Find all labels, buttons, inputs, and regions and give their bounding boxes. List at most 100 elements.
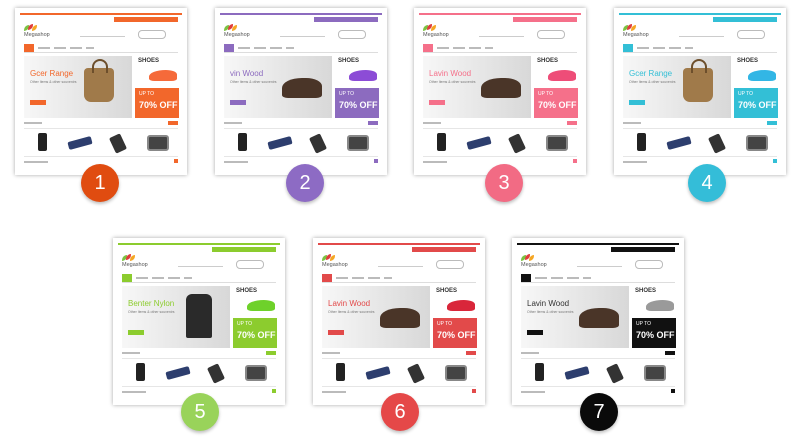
shoes-promo[interactable]: SHOES	[433, 286, 477, 315]
cart-button[interactable]	[737, 30, 765, 39]
product-item[interactable]	[142, 133, 174, 153]
shoes-promo[interactable]: SHOES	[534, 56, 578, 85]
search-input[interactable]	[378, 262, 423, 267]
phone-icon	[707, 133, 727, 154]
product-item[interactable]	[326, 363, 358, 383]
cart-button[interactable]	[537, 30, 565, 39]
product-item[interactable]	[204, 363, 236, 384]
discount-promo[interactable]: UP TO 70% OFF	[534, 88, 578, 118]
phone-icon	[67, 136, 93, 150]
product-item[interactable]	[164, 363, 196, 383]
hero-button[interactable]	[629, 100, 645, 105]
section-label	[24, 122, 42, 124]
shoes-promo[interactable]: SHOES	[233, 286, 277, 315]
discount-promo[interactable]: UP TO 70% OFF	[433, 318, 477, 348]
store-preview: Megashop Lavin Wood Other Items & other so…	[318, 243, 480, 400]
product-item[interactable]	[427, 133, 459, 153]
theme-card[interactable]: Megashop Lavin Wood Other Items & other so…	[414, 8, 586, 175]
product-item[interactable]	[505, 133, 537, 154]
product-item[interactable]	[705, 133, 737, 154]
theme-card[interactable]: Megashop Lavin Wood Other Items & other so…	[313, 238, 485, 405]
discount-promo[interactable]: UP TO 70% OFF	[632, 318, 676, 348]
section-tab[interactable]	[466, 351, 476, 355]
product-item[interactable]	[563, 363, 595, 383]
search-input[interactable]	[679, 32, 724, 37]
product-item[interactable]	[665, 133, 697, 153]
nav-item-home[interactable]	[224, 44, 234, 52]
cart-button[interactable]	[338, 30, 366, 39]
footer-button[interactable]	[573, 159, 577, 163]
product-item[interactable]	[342, 133, 374, 153]
search-input[interactable]	[80, 32, 125, 37]
nav-item-home[interactable]	[623, 44, 633, 52]
product-item[interactable]	[106, 133, 138, 154]
product-item[interactable]	[364, 363, 396, 383]
nav-item-home[interactable]	[423, 44, 433, 52]
product-item[interactable]	[541, 133, 573, 153]
search-input[interactable]	[577, 262, 622, 267]
theme-card[interactable]: Megashop Benter Nylon Other Items & other …	[113, 238, 285, 405]
product-item[interactable]	[603, 363, 635, 384]
footer-button[interactable]	[773, 159, 777, 163]
promo-title: SHOES	[737, 58, 759, 64]
product-item[interactable]	[66, 133, 98, 153]
discount-promo[interactable]: UP TO 70% OFF	[335, 88, 379, 118]
nav-item-home[interactable]	[122, 274, 132, 282]
cart-button[interactable]	[236, 260, 264, 269]
product-item[interactable]	[228, 133, 260, 153]
footer-button[interactable]	[671, 389, 675, 393]
product-item[interactable]	[28, 133, 60, 153]
theme-card[interactable]: Megashop Lavin Wood Other Items & other so…	[512, 238, 684, 405]
store-preview: Megashop Lavin Wood Other Items & other so…	[419, 13, 581, 170]
product-item[interactable]	[306, 133, 338, 154]
hero-button[interactable]	[128, 330, 144, 335]
footer-button[interactable]	[374, 159, 378, 163]
theme-card[interactable]: Megashop Gcer Range Other Items & other so…	[614, 8, 786, 175]
footer-label	[623, 161, 647, 163]
shoes-promo[interactable]: SHOES	[632, 286, 676, 315]
nav-item-home[interactable]	[322, 274, 332, 282]
product-item[interactable]	[266, 133, 298, 153]
product-item[interactable]	[639, 363, 671, 383]
section-tab[interactable]	[368, 121, 378, 125]
section-tab[interactable]	[266, 351, 276, 355]
footer-button[interactable]	[272, 389, 276, 393]
discount-promo[interactable]: UP TO 70% OFF	[734, 88, 778, 118]
product-item[interactable]	[525, 363, 557, 383]
theme-card[interactable]: Megashop vin Wood Other Items & other souv…	[215, 8, 387, 175]
shoes-promo[interactable]: SHOES	[135, 56, 179, 85]
product-item[interactable]	[404, 363, 436, 384]
nav-item-home[interactable]	[521, 274, 531, 282]
theme-card[interactable]: Megashop Gcer Range Other Items & other so…	[15, 8, 187, 175]
product-item[interactable]	[741, 133, 773, 153]
discount-promo[interactable]: UP TO 70% OFF	[135, 88, 179, 118]
search-input[interactable]	[280, 32, 325, 37]
cart-button[interactable]	[436, 260, 464, 269]
nav-item-home[interactable]	[24, 44, 34, 52]
hero-button[interactable]	[527, 330, 543, 335]
section-tab[interactable]	[665, 351, 675, 355]
hero-button[interactable]	[328, 330, 344, 335]
footer-button[interactable]	[472, 389, 476, 393]
cart-button[interactable]	[635, 260, 663, 269]
product-item[interactable]	[240, 363, 272, 383]
hero-button[interactable]	[429, 100, 445, 105]
theme-number-badge: 3	[485, 164, 523, 202]
shoes-promo[interactable]: SHOES	[734, 56, 778, 85]
product-item[interactable]	[627, 133, 659, 153]
cart-button[interactable]	[138, 30, 166, 39]
footer-button[interactable]	[174, 159, 178, 163]
shoes-promo[interactable]: SHOES	[335, 56, 379, 85]
section-tab[interactable]	[767, 121, 777, 125]
search-input[interactable]	[479, 32, 524, 37]
product-item[interactable]	[126, 363, 158, 383]
hero-button[interactable]	[230, 100, 246, 105]
product-item[interactable]	[440, 363, 472, 383]
section-tab[interactable]	[567, 121, 577, 125]
discount-promo[interactable]: UP TO 70% OFF	[233, 318, 277, 348]
section-tab[interactable]	[168, 121, 178, 125]
hero-title: vin Wood	[230, 69, 264, 78]
product-item[interactable]	[465, 133, 497, 153]
hero-button[interactable]	[30, 100, 46, 105]
search-input[interactable]	[178, 262, 223, 267]
